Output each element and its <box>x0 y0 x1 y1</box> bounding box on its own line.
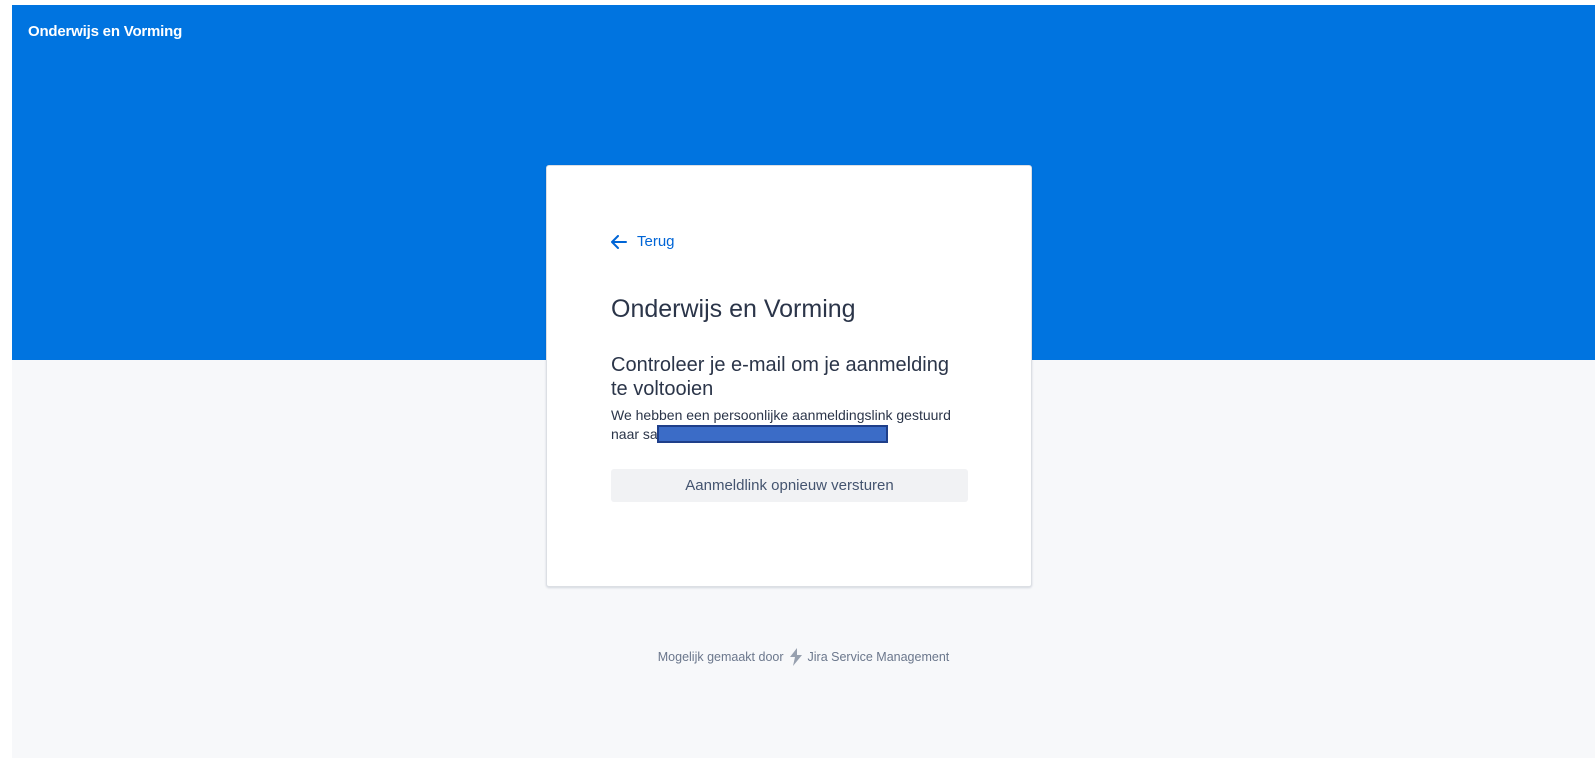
redacted-email <box>656 424 888 443</box>
arrow-left-icon <box>611 234 627 249</box>
back-link-label: Terug <box>637 233 675 250</box>
login-card: Terug Onderwijs en Vorming Controleer je… <box>546 165 1032 587</box>
body-line-2: naar sa <box>611 424 981 444</box>
card-body: We hebben een persoonlijke aanmeldingsli… <box>611 406 981 444</box>
card-title: Onderwijs en Vorming <box>611 295 856 323</box>
footer: Mogelijk gemaakt door Jira Service Manag… <box>12 648 1595 666</box>
product-name[interactable]: Jira Service Management <box>808 650 950 664</box>
portal-name[interactable]: Onderwijs en Vorming <box>28 23 182 40</box>
card-heading: Controleer je e-mail om je aanmelding te… <box>611 354 949 400</box>
resend-link-button[interactable]: Aanmeldlink opnieuw versturen <box>611 469 968 502</box>
body-line-1: We hebben een persoonlijke aanmeldingsli… <box>611 407 951 423</box>
page: Onderwijs en Vorming Terug Onderwijs en … <box>12 5 1595 758</box>
jira-service-management-icon <box>788 648 804 666</box>
email-prefix: naar sa <box>611 426 658 442</box>
back-link[interactable]: Terug <box>611 233 675 250</box>
powered-by-label: Mogelijk gemaakt door <box>657 650 784 664</box>
